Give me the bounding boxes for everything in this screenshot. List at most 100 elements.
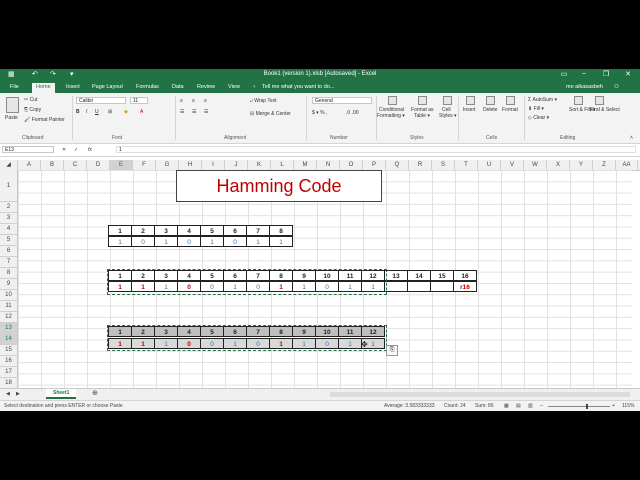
format-painter-button[interactable]: 🖌 Format Painter	[24, 117, 65, 123]
find-select-label[interactable]: Find & Select	[590, 107, 620, 113]
column-header-p[interactable]: P	[363, 160, 386, 170]
table3-bit-cell[interactable]: 0	[177, 338, 201, 349]
row-header-4[interactable]: 4	[0, 224, 18, 235]
tab-view[interactable]: View	[228, 84, 240, 90]
enter-icon[interactable]: ✓	[74, 147, 78, 153]
decimal-icon[interactable]: .0 .00	[346, 110, 359, 116]
table2-position-cell[interactable]: 1	[108, 270, 132, 281]
table2-position-cell[interactable]: 4	[177, 270, 201, 281]
row-header-14[interactable]: 14	[0, 334, 18, 345]
table1-bit-cell[interactable]: 0	[131, 236, 155, 247]
column-header-d[interactable]: D	[87, 160, 110, 170]
table1-position-cell[interactable]: 1	[108, 225, 132, 236]
column-header-y[interactable]: Y	[570, 160, 593, 170]
name-box[interactable]: E13	[2, 146, 54, 153]
column-header-v[interactable]: V	[501, 160, 524, 170]
table3-bit-cell[interactable]: 1	[292, 338, 316, 349]
formula-input[interactable]: 1	[116, 146, 636, 153]
table3-bit-cell[interactable]: 1	[154, 338, 178, 349]
table3-bit-cell[interactable]: 0	[200, 338, 224, 349]
column-header-w[interactable]: W	[524, 160, 547, 170]
table3-position-cell[interactable]: 2	[131, 326, 155, 337]
row-header-16[interactable]: 16	[0, 356, 18, 367]
table3-position-cell[interactable]: 1	[108, 326, 132, 337]
table2-bit-cell[interactable]: 1	[154, 281, 178, 292]
table1-position-cell[interactable]: 3	[154, 225, 178, 236]
font-name-select[interactable]: Calibri	[76, 97, 126, 104]
prev-sheet-icon[interactable]: ◀	[6, 391, 10, 397]
table1-bit-cell[interactable]: 1	[269, 236, 293, 247]
restore-icon[interactable]: ❐	[597, 70, 615, 78]
minimize-icon[interactable]: –	[575, 70, 593, 77]
table3-position-cell[interactable]: 10	[315, 326, 339, 337]
column-header-o[interactable]: O	[340, 160, 363, 170]
align-left-icon[interactable]: ☰	[180, 109, 184, 115]
borders-icon[interactable]: ⊞	[108, 109, 112, 115]
table1-position-cell[interactable]: 2	[131, 225, 155, 236]
tab-file[interactable]: File	[10, 84, 19, 90]
tell-me-box[interactable]: Tell me what you want to do...	[262, 84, 334, 90]
table2-bit-cell[interactable]: 1	[338, 281, 362, 292]
tab-home[interactable]: Home	[32, 83, 55, 93]
column-header-x[interactable]: X	[547, 160, 570, 170]
align-center-icon[interactable]: ☰	[192, 109, 196, 115]
sheet-tab-sheet1[interactable]: Sheet1	[46, 389, 77, 399]
column-header-q[interactable]: Q	[386, 160, 409, 170]
column-header-g[interactable]: G	[156, 160, 179, 170]
tab-insert[interactable]: Insert	[66, 84, 80, 90]
insert-function-icon[interactable]: fx	[88, 147, 92, 153]
table2-bit-cell[interactable]: 0	[177, 281, 201, 292]
tab-data[interactable]: Data	[172, 84, 184, 90]
add-sheet-icon[interactable]: ⊕	[92, 389, 98, 397]
page-break-view-icon[interactable]: ▥	[528, 403, 533, 409]
column-header-a[interactable]: A	[18, 160, 41, 170]
italic-button[interactable]: I	[86, 109, 87, 115]
zoom-slider-thumb[interactable]	[586, 404, 588, 409]
paste-icon[interactable]	[6, 97, 19, 113]
column-header-t[interactable]: T	[455, 160, 478, 170]
select-all-corner[interactable]: ◢	[0, 160, 18, 170]
paste-label[interactable]: Paste	[5, 115, 18, 121]
column-header-e[interactable]: E	[110, 160, 133, 170]
table2-position-cell[interactable]: 14	[407, 270, 431, 281]
row-header-15[interactable]: 15	[0, 345, 18, 356]
cut-button[interactable]: ✂ Cut	[24, 97, 37, 103]
share-icon[interactable]: ⚇	[614, 84, 619, 90]
table3-bit-cell[interactable]: 1	[131, 338, 155, 349]
table1-bit-cell[interactable]: 0	[223, 236, 247, 247]
column-header-s[interactable]: S	[432, 160, 455, 170]
user-name[interactable]: mo alkasasbeh	[566, 84, 603, 90]
merge-center-button[interactable]: ⊟ Merge & Center	[250, 111, 291, 117]
table2-bit-cell[interactable]: 1	[269, 281, 293, 292]
column-header-c[interactable]: C	[64, 160, 87, 170]
sort-filter-icon[interactable]	[574, 96, 583, 105]
table3-position-cell[interactable]: 12	[361, 326, 385, 337]
insert-cells-label[interactable]: Insert	[463, 107, 476, 113]
ribbon-display-icon[interactable]: ▭	[555, 70, 573, 78]
table2-position-cell[interactable]: 8	[269, 270, 293, 281]
format-cells-icon[interactable]	[506, 96, 515, 105]
align-top-icon[interactable]: ≡	[180, 98, 183, 104]
font-size-select[interactable]: 11	[130, 97, 148, 104]
table2-position-cell[interactable]: 7	[246, 270, 270, 281]
cancel-icon[interactable]: ✕	[62, 147, 66, 153]
table2-position-cell[interactable]: 3	[154, 270, 178, 281]
table2-position-cell[interactable]: 15	[430, 270, 454, 281]
autosum-button[interactable]: Σ AutoSum ▾	[528, 97, 557, 103]
table1-position-cell[interactable]: 8	[269, 225, 293, 236]
align-bottom-icon[interactable]: ≡	[204, 98, 207, 104]
table2-bit-cell[interactable]	[384, 281, 408, 292]
next-sheet-icon[interactable]: ▶	[16, 391, 20, 397]
format-cells-label[interactable]: Format	[502, 107, 518, 113]
table2-position-cell[interactable]: 5	[200, 270, 224, 281]
table2-position-cell[interactable]: 13	[384, 270, 408, 281]
column-header-i[interactable]: I	[202, 160, 225, 170]
table3-bit-cell[interactable]: 0	[246, 338, 270, 349]
tab-formulas[interactable]: Formulas	[136, 84, 159, 90]
table1-bit-cell[interactable]: 1	[246, 236, 270, 247]
table3-bit-cell[interactable]: 0	[315, 338, 339, 349]
delete-cells-label[interactable]: Delete	[483, 107, 497, 113]
table2-bit-cell[interactable]	[407, 281, 431, 292]
zoom-in-icon[interactable]: +	[612, 403, 615, 409]
copy-button[interactable]: ⎘ Copy	[24, 107, 41, 113]
